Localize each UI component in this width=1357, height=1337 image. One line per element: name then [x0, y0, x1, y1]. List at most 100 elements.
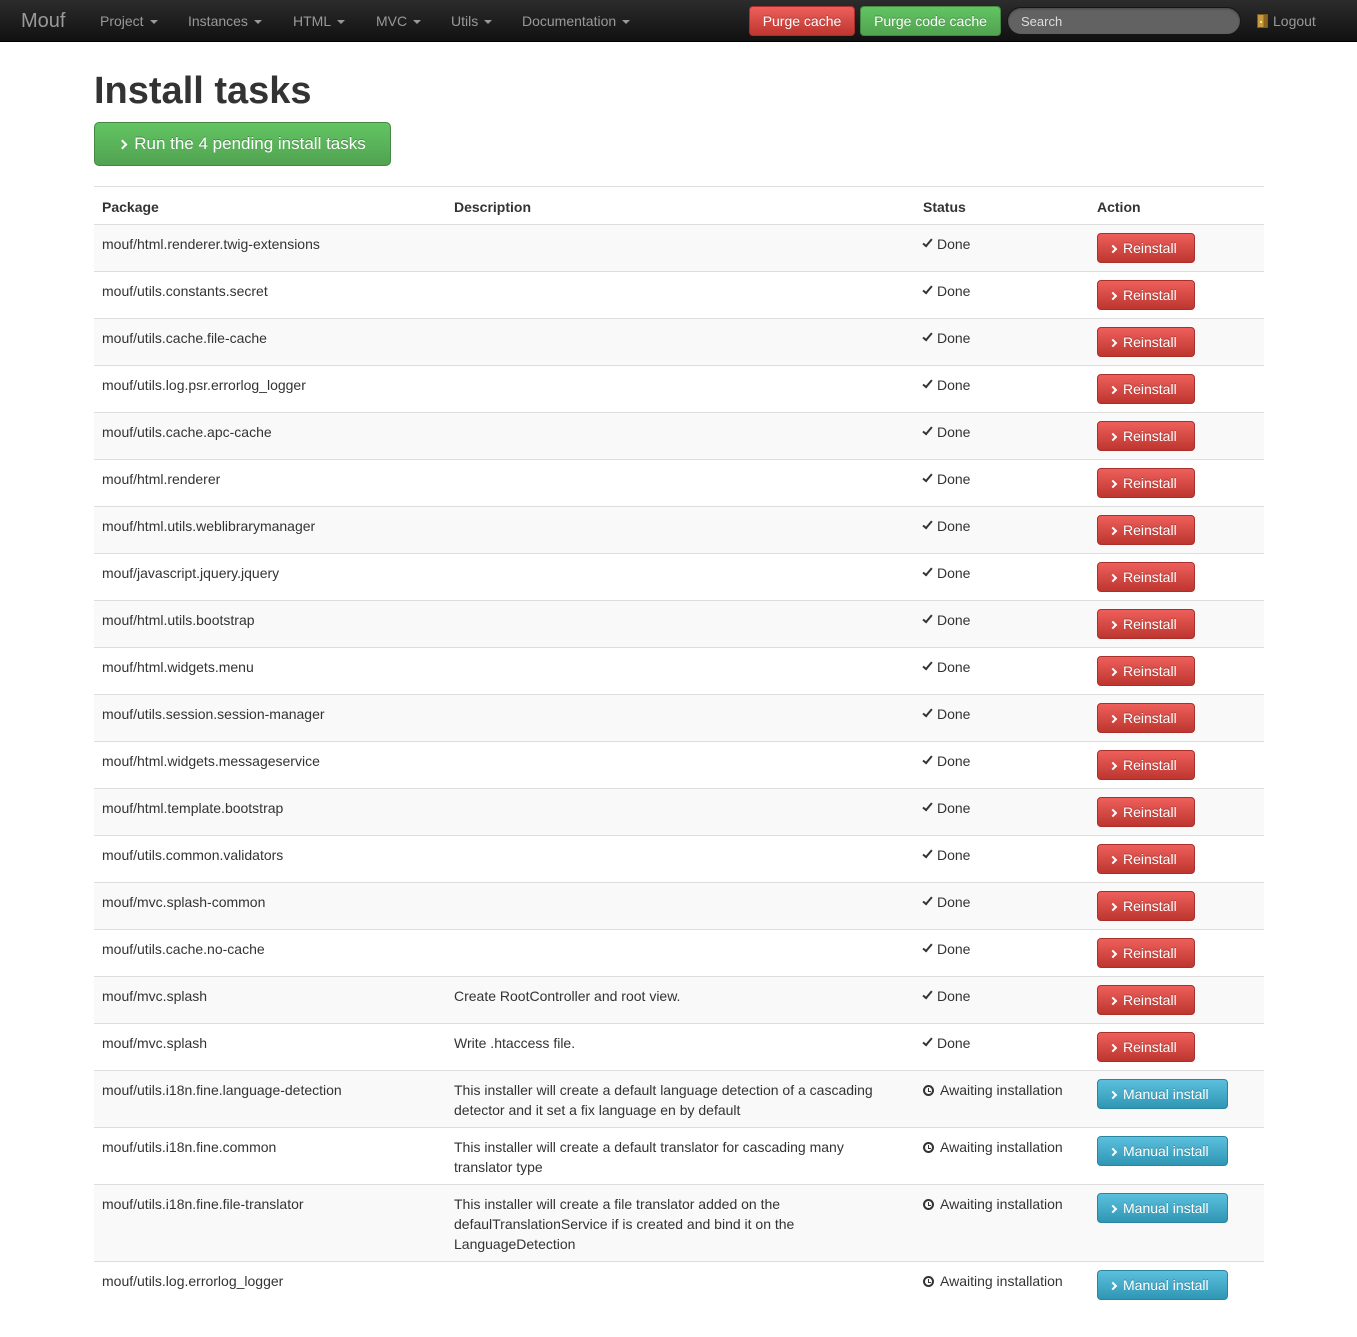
menu-documentation-label: Documentation [522, 13, 617, 29]
action-label: Reinstall [1123, 616, 1177, 632]
menu-project[interactable]: Project [100, 12, 158, 30]
manual-install-button[interactable]: Manual install [1097, 1136, 1228, 1166]
status-cell: Awaiting installation [923, 1271, 1063, 1291]
status-text: Done [937, 894, 971, 910]
status-cell: Awaiting installation [923, 1137, 1063, 1157]
header-package: Package [102, 199, 159, 215]
manual-install-button[interactable]: Manual install [1097, 1079, 1228, 1109]
status-text: Done [937, 236, 971, 252]
package-name: mouf/html.widgets.menu [102, 659, 254, 675]
status-cell: Done [922, 328, 971, 348]
menu-utils[interactable]: Utils [451, 12, 493, 30]
status-cell: Done [922, 516, 970, 536]
status-cell: Done [922, 563, 970, 583]
header-description: Description [454, 199, 532, 215]
reinstall-button[interactable]: Reinstall [1097, 1032, 1195, 1062]
reinstall-button[interactable]: Reinstall [1097, 562, 1195, 592]
run-pending-tasks-button[interactable]: Run the 4 pending install tasks [94, 122, 391, 166]
status-cell: Done [922, 1033, 970, 1053]
status-text: Awaiting installation [940, 1196, 1063, 1212]
reinstall-button[interactable]: Reinstall [1097, 985, 1195, 1015]
chevron-right-icon [1108, 902, 1118, 912]
menu-html[interactable]: HTML [293, 12, 346, 30]
status-cell: Done [922, 469, 970, 489]
status-text: Awaiting installation [940, 1139, 1063, 1155]
clock-icon [923, 1276, 934, 1287]
caret-down-icon [149, 20, 158, 25]
manual-install-button[interactable]: Manual install [1097, 1193, 1228, 1223]
caret-down-icon [413, 20, 422, 25]
table-row: mouf/javascript.jquery.jquery Done Reinsta… [94, 553, 1264, 600]
chevron-right-icon [1108, 1281, 1118, 1291]
reinstall-button[interactable]: Reinstall [1097, 797, 1195, 827]
check-icon [922, 706, 933, 718]
package-name: mouf/utils.cache.no-cache [102, 941, 265, 957]
check-icon [922, 377, 933, 389]
action-label: Reinstall [1123, 240, 1177, 256]
package-name: mouf/utils.cache.apc-cache [102, 424, 272, 440]
manual-install-button[interactable]: Manual install [1097, 1270, 1228, 1300]
chevron-right-icon [117, 139, 128, 150]
package-description: This installer will create a default lan… [454, 1082, 873, 1118]
status-text: Done [937, 800, 971, 816]
menu-documentation[interactable]: Documentation [522, 12, 631, 30]
chevron-right-icon [1108, 855, 1118, 865]
table-row: mouf/utils.constants.secret Done Reinstall [94, 271, 1264, 318]
menu-project-label: Project [100, 13, 144, 29]
table-row: mouf/utils.i18n.fine.language-detection T… [94, 1070, 1264, 1127]
reinstall-button[interactable]: Reinstall [1097, 656, 1195, 686]
chevron-right-icon [1108, 949, 1118, 959]
reinstall-button[interactable]: Reinstall [1097, 703, 1195, 733]
table-row: mouf/html.widgets.menu Done Reinstall [94, 647, 1264, 694]
action-label: Reinstall [1123, 804, 1177, 820]
table-row: mouf/utils.cache.no-cache Done Reinstall [94, 929, 1264, 976]
chevron-right-icon [1108, 526, 1118, 536]
table-row: mouf/utils.i18n.fine.common This installe… [94, 1127, 1264, 1184]
status-cell: Awaiting installation [923, 1194, 1063, 1214]
reinstall-button[interactable]: Reinstall [1097, 750, 1195, 780]
reinstall-button[interactable]: Reinstall [1097, 844, 1195, 874]
menu-instances[interactable]: Instances [188, 12, 262, 30]
reinstall-button[interactable]: Reinstall [1097, 468, 1195, 498]
chevron-right-icon [1108, 573, 1118, 583]
clock-icon [923, 1085, 934, 1096]
action-label: Reinstall [1123, 898, 1177, 914]
reinstall-button[interactable]: Reinstall [1097, 327, 1195, 357]
reinstall-button[interactable]: Reinstall [1097, 609, 1195, 639]
package-name: mouf/mvc.splash [102, 988, 208, 1004]
check-icon [922, 659, 933, 671]
menu-mvc[interactable]: MVC [376, 12, 422, 30]
chevron-right-icon [1108, 338, 1118, 348]
check-icon [922, 1035, 933, 1047]
table-row: mouf/html.widgets.messageservice Done Rein… [94, 741, 1264, 788]
reinstall-button[interactable]: Reinstall [1097, 280, 1195, 310]
status-cell: Done [922, 234, 971, 254]
install-tasks-table: Package Description Status Action mouf/h… [94, 186, 1264, 1308]
check-icon [922, 330, 933, 342]
brand-logo[interactable]: Mouf [21, 9, 65, 33]
status-text: Done [937, 330, 971, 346]
check-icon [922, 565, 933, 577]
purge-cache-button[interactable]: Purge cache [749, 6, 855, 36]
action-label: Reinstall [1123, 663, 1177, 679]
reinstall-button[interactable]: Reinstall [1097, 891, 1195, 921]
reinstall-button[interactable]: Reinstall [1097, 515, 1195, 545]
caret-down-icon [337, 20, 346, 25]
search-input[interactable] [1007, 7, 1241, 35]
status-cell: Done [922, 610, 970, 630]
status-cell: Done [922, 939, 970, 959]
reinstall-button[interactable]: Reinstall [1097, 233, 1195, 263]
status-cell: Done [922, 704, 970, 724]
reinstall-button[interactable]: Reinstall [1097, 374, 1195, 404]
package-name: mouf/mvc.splash [102, 1035, 208, 1051]
table-row: mouf/utils.log.psr.errorlog_logger Done Re… [94, 365, 1264, 412]
action-label: Reinstall [1123, 1039, 1177, 1055]
status-cell: Done [922, 751, 970, 771]
status-text: Done [937, 988, 971, 1004]
logout-link[interactable]: Logout [1257, 12, 1316, 30]
table-row: mouf/utils.log.errorlog_logger Awaiting i… [94, 1261, 1264, 1308]
reinstall-button[interactable]: Reinstall [1097, 938, 1195, 968]
table-row: mouf/utils.session.session-manager Done Re… [94, 694, 1264, 741]
reinstall-button[interactable]: Reinstall [1097, 421, 1195, 451]
purge-code-cache-button[interactable]: Purge code cache [860, 6, 1001, 36]
